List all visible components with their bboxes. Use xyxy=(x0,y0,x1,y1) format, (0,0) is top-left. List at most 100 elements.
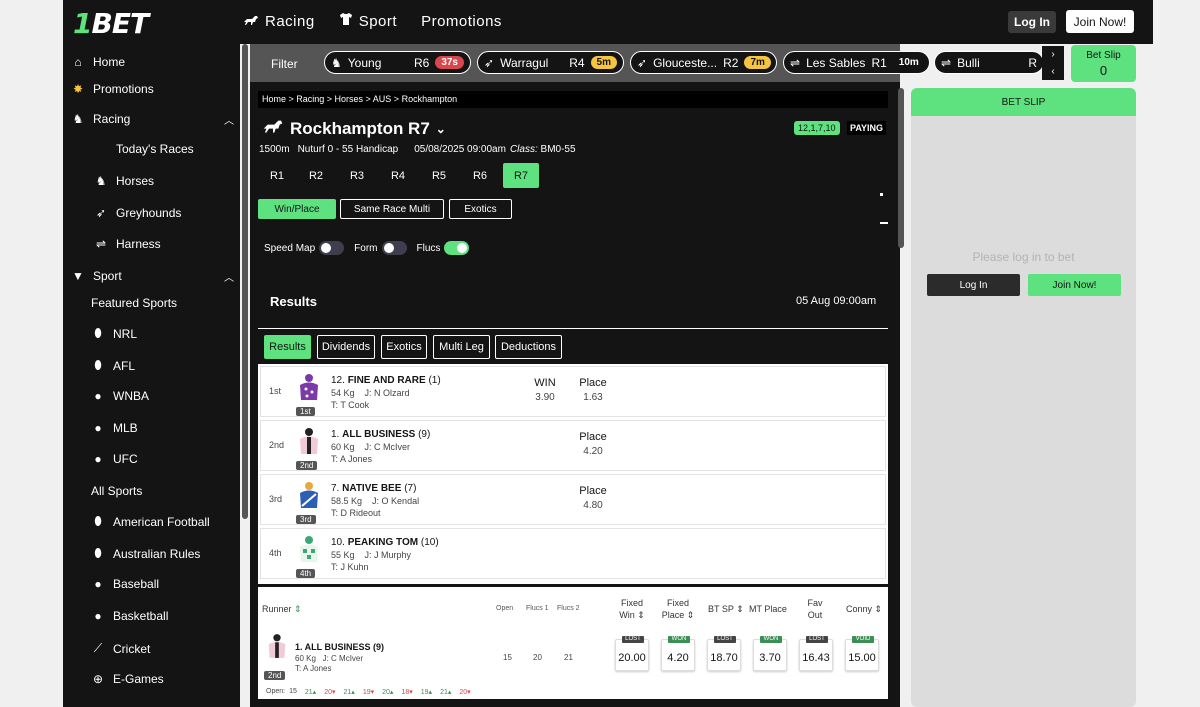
sidebar-item-nrl[interactable]: ⬮ NRL xyxy=(91,326,137,341)
column-header-fixed-win[interactable]: Fixed Win ⇕ xyxy=(615,597,649,621)
win-dividend xyxy=(525,485,565,488)
tab-exotics-results[interactable]: Exotics xyxy=(381,335,427,359)
odds-fav-out[interactable]: LOST 16.43 xyxy=(799,636,833,671)
odds-mt-place[interactable]: WON 3.70 xyxy=(753,636,787,671)
sidebar-item-australian-rules[interactable]: ⬮ Australian Rules xyxy=(91,546,200,561)
race-title[interactable]: Rockhampton R7 ⌄ xyxy=(262,118,446,139)
sidebar-item-baseball[interactable]: ● Baseball xyxy=(91,577,159,591)
tab-race-r6[interactable]: R6 xyxy=(462,163,498,188)
toggle-switch[interactable] xyxy=(319,241,345,255)
tab-race-r7[interactable]: R7 xyxy=(503,163,539,188)
runner-trainer: T: A Jones xyxy=(331,454,373,464)
tab-race-r4[interactable]: R4 xyxy=(380,163,416,188)
runner-trainer: T: T Cook xyxy=(331,400,370,410)
nav-promotions[interactable]: Promotions xyxy=(421,12,502,30)
result-row[interactable]: 2nd 2nd 1. ALL BUSINESS (9) 60 Kg J: C M… xyxy=(260,420,886,471)
filter-label[interactable]: Filter xyxy=(271,57,298,71)
odds-bt-sp[interactable]: LOST 18.70 xyxy=(707,636,741,671)
nav-sport[interactable]: Sport xyxy=(339,12,397,30)
race-chip[interactable]: ⇌ Les Sables R1 10m xyxy=(783,51,930,74)
runner-name[interactable]: 1. ALL BUSINESS (9) xyxy=(295,642,384,652)
flucs-toggle[interactable]: Flucs xyxy=(417,241,470,255)
column-header-fixed-place[interactable]: Fixed Place ⇕ xyxy=(661,597,695,621)
column-header-fav-out[interactable]: Fav Out xyxy=(803,597,827,621)
chevron-up-icon[interactable]: ︿ xyxy=(224,112,234,127)
race-class-label: Class: xyxy=(509,144,538,155)
sidebar-item-american-football[interactable]: ⬮ American Football xyxy=(91,514,210,529)
position-badge: 4th xyxy=(296,569,316,578)
sidebar-item-promotions[interactable]: ✸ Promotions xyxy=(71,82,154,96)
sidebar-item-home[interactable]: ⌂ Home xyxy=(71,55,125,69)
results-title: Results xyxy=(270,294,317,309)
race-chip[interactable]: ➶ Glouceste... R2 7m xyxy=(630,51,777,74)
race-distance: 1500m xyxy=(259,144,290,155)
result-row[interactable]: 1st 1st 12. FINE AND RARE (1) 54 Kg J: N… xyxy=(260,366,886,417)
column-header-mt-place[interactable]: MT Place xyxy=(749,603,787,615)
tab-race-r3[interactable]: R3 xyxy=(339,163,375,188)
login-button[interactable]: Log In xyxy=(1008,11,1056,33)
position-badge: 3rd xyxy=(296,515,316,524)
toggle-switch[interactable] xyxy=(444,241,470,255)
position-badge: 2nd xyxy=(264,671,286,680)
chevron-up-icon[interactable]: ︿ xyxy=(224,269,234,284)
sidebar-item-mlb[interactable]: ● MLB xyxy=(91,421,137,435)
tab-race-r1[interactable]: R1 xyxy=(259,163,295,188)
greyhound-icon: ➶ xyxy=(95,206,107,220)
column-header-conny[interactable]: Conny ⇕ xyxy=(846,603,882,615)
tab-dividends[interactable]: Dividends xyxy=(317,335,375,359)
flucs1-price: 20 xyxy=(533,653,542,662)
greyhound-icon: ➶ xyxy=(484,55,495,70)
odds-fixed-place[interactable]: WON 4.20 xyxy=(661,636,695,671)
odds-conny[interactable]: VOID 15.00 xyxy=(845,636,879,671)
sidebar: ⌂ Home ✸ Promotions ♞ Racing ︿ Today's Race… xyxy=(63,44,240,707)
tab-results[interactable]: Results xyxy=(264,335,311,359)
sidebar-scrollbar[interactable] xyxy=(242,44,248,519)
brand-logo[interactable]: 1BET xyxy=(73,7,149,40)
sort-icon: ⇕ xyxy=(294,604,302,614)
column-header-runner[interactable]: Runner ⇕ xyxy=(262,603,302,615)
bet-slip-join-button[interactable]: Join Now! xyxy=(1028,274,1121,296)
sidebar-item-greyhounds[interactable]: ➶ Greyhounds xyxy=(94,206,181,220)
race-chip[interactable]: ➶ Warragul R4 5m xyxy=(477,51,624,74)
sidebar-item-e-games[interactable]: ⊕ E-Games xyxy=(91,672,164,686)
sidebar-item-afl[interactable]: ⬮ AFL xyxy=(91,358,135,373)
bet-slip-button[interactable]: Bet Slip 0 xyxy=(1071,45,1136,82)
sidebar-item-sport[interactable]: ▼ Sport ︿ xyxy=(71,269,240,284)
race-track: Nuturf 0 - 55 Handicap xyxy=(297,144,399,155)
tab-win-place[interactable]: Win/Place xyxy=(258,199,336,219)
main-scrollbar[interactable] xyxy=(898,88,904,248)
tab-race-r2[interactable]: R2 xyxy=(298,163,334,188)
chevron-left-icon[interactable]: ‹ xyxy=(1051,66,1054,77)
chevron-down-icon[interactable]: ⌄ xyxy=(436,122,446,136)
result-row[interactable]: 4th 4th 10. PEAKING TOM (10) 55 Kg J: J … xyxy=(260,528,886,579)
tab-deductions[interactable]: Deductions xyxy=(495,335,562,359)
sidebar-item-cricket[interactable]: ⟋ Cricket xyxy=(91,641,151,656)
bet-slip-login-button[interactable]: Log In xyxy=(927,274,1020,296)
sidebar-item-basketball[interactable]: ● Basketball xyxy=(91,609,168,623)
sidebar-item-racing[interactable]: ♞ Racing ︿ xyxy=(71,112,240,127)
speed-map-toggle[interactable]: Speed Map xyxy=(264,241,345,255)
result-row[interactable]: 3rd 3rd 7. NATIVE BEE (7) 58.5 Kg J: O K… xyxy=(260,474,886,525)
runner-details: 60 Kg J: C McIver xyxy=(295,654,364,663)
form-toggle[interactable]: Form xyxy=(354,241,407,255)
chevron-right-icon[interactable]: › xyxy=(1051,49,1054,60)
race-chip[interactable]: ♞ Young R6 37s xyxy=(324,51,471,74)
odds-fixed-win[interactable]: LOST 20.00 xyxy=(615,636,649,671)
nav-racing[interactable]: Racing xyxy=(243,12,315,30)
countdown-badge: 37s xyxy=(435,56,464,69)
sidebar-item-wnba[interactable]: ● WNBA xyxy=(91,389,149,403)
column-header-bt-sp[interactable]: BT SP ⇕ xyxy=(708,603,744,615)
sidebar-item-harness[interactable]: ⇌ Harness xyxy=(94,237,161,251)
join-button[interactable]: Join Now! xyxy=(1066,10,1134,33)
tab-same-race-multi[interactable]: Same Race Multi xyxy=(340,199,444,219)
tab-multi-leg[interactable]: Multi Leg xyxy=(433,335,490,359)
sidebar-item-horses[interactable]: ♞ Horses xyxy=(94,174,154,188)
sidebar-item-ufc[interactable]: ● UFC xyxy=(91,452,137,466)
sidebar-item-todays-races[interactable]: Today's Races xyxy=(116,142,194,156)
breadcrumb[interactable]: Home > Racing > Horses > AUS > Rockhampt… xyxy=(258,91,888,108)
runner-table: Runner ⇕ Open Flucs 1 Flucs 2 Fixed Win … xyxy=(258,587,888,699)
tab-race-r5[interactable]: R5 xyxy=(421,163,457,188)
toggle-switch[interactable] xyxy=(381,241,407,255)
race-chip[interactable]: ⇌ Bulli R xyxy=(934,51,1044,74)
tab-exotics[interactable]: Exotics xyxy=(449,199,512,219)
